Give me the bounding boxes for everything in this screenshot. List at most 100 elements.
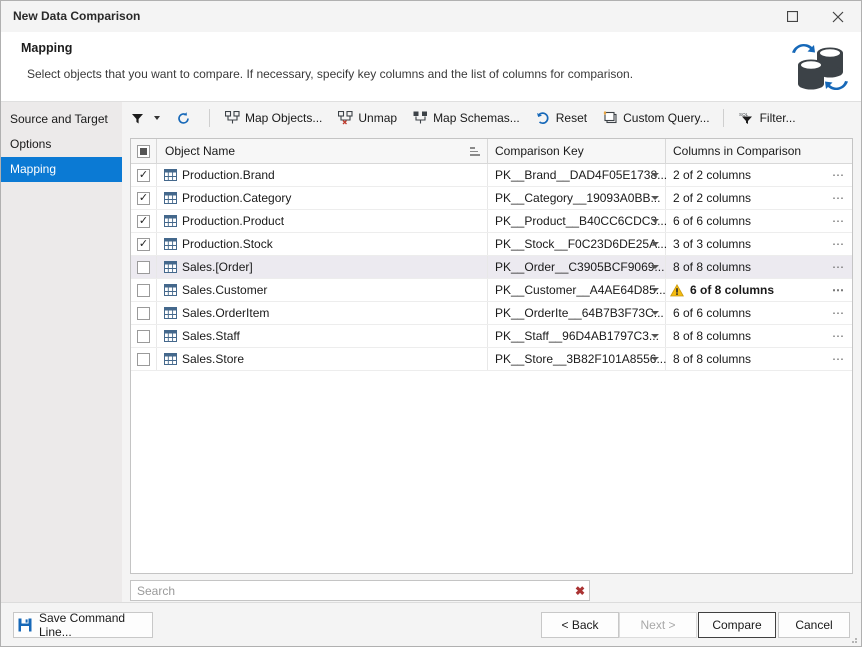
columns-in-comparison-cell[interactable]: 3 of 3 columns ⋯ — [666, 233, 852, 255]
compare-button[interactable]: Compare — [698, 612, 776, 638]
comparison-key-cell[interactable]: PK__Product__B40CC6CDC3... — [488, 210, 667, 232]
object-name-cell[interactable]: Sales.OrderItem — [157, 302, 488, 324]
row-checkbox[interactable] — [137, 329, 150, 343]
columns-in-comparison-cell[interactable]: 6 of 6 columns ⋯ — [666, 302, 852, 324]
column-header-object-name[interactable]: Object Name — [157, 139, 488, 163]
ellipsis-icon[interactable]: ⋯ — [832, 330, 845, 342]
resize-grip[interactable] — [848, 634, 858, 644]
cancel-button[interactable]: Cancel — [778, 612, 850, 638]
table-row[interactable]: ✓ Production.Stock PK__Stock__F0C23D6DE2… — [131, 233, 852, 256]
row-checkbox-cell[interactable] — [131, 256, 157, 278]
table-row[interactable]: ✓ Production.Brand PK__Brand__DAD4F05E17… — [131, 164, 852, 187]
ellipsis-icon[interactable]: ⋯ — [832, 192, 845, 204]
search-input[interactable]: Search — [131, 584, 571, 598]
column-header-columns-in-comparison[interactable]: Columns in Comparison — [666, 139, 852, 163]
row-checkbox[interactable] — [137, 352, 150, 366]
object-name-cell[interactable]: Sales.Store — [157, 348, 488, 370]
sql-filter-button[interactable]: SQL Filter... — [732, 106, 803, 130]
ellipsis-icon[interactable]: ⋯ — [832, 353, 845, 365]
unmap-button[interactable]: Unmap — [331, 106, 404, 130]
table-row[interactable]: ✓ Production.Product PK__Product__B40CC6… — [131, 210, 852, 233]
sidebar-item-mapping[interactable]: Mapping — [1, 157, 122, 182]
comparison-key-cell[interactable]: PK__Order__C3905BCF9069... — [488, 256, 666, 278]
row-checkbox[interactable]: ✓ — [137, 214, 150, 228]
clear-x-icon[interactable]: ✖ — [571, 584, 589, 598]
comparison-key-cell[interactable]: PK__OrderIte__64B7B3F73C... — [488, 302, 666, 324]
row-checkbox-cell[interactable]: ✓ — [131, 187, 157, 209]
chevron-down-icon[interactable] — [651, 196, 659, 200]
row-checkbox[interactable]: ✓ — [137, 168, 150, 182]
chevron-down-icon[interactable] — [651, 288, 659, 292]
select-all-header-cell[interactable] — [131, 139, 157, 163]
row-checkbox[interactable] — [137, 283, 150, 297]
columns-in-comparison-cell[interactable]: 2 of 2 columns ⋯ — [666, 187, 852, 209]
table-row[interactable]: Sales.OrderItem PK__OrderIte__64B7B3F73C… — [131, 302, 852, 325]
ellipsis-icon[interactable]: ⋯ — [832, 215, 845, 227]
object-name-cell[interactable]: Production.Category — [157, 187, 488, 209]
map-schemas-button[interactable]: Map Schemas... — [406, 106, 527, 130]
custom-query-button[interactable]: Custom Query... — [596, 106, 716, 130]
columns-in-comparison-cell[interactable]: 6 of 6 columns ⋯ — [666, 210, 852, 232]
table-row[interactable]: Sales.Store PK__Store__3B82F101A8556... … — [131, 348, 852, 371]
sidebar-item-source-and-target[interactable]: Source and Target — [1, 107, 122, 132]
cancel-label: Cancel — [795, 618, 833, 632]
column-header-comparison-key[interactable]: Comparison Key — [488, 139, 666, 163]
table-row[interactable]: Sales.Staff PK__Staff__96D4AB1797C3... 8… — [131, 325, 852, 348]
chevron-down-icon[interactable] — [651, 334, 659, 338]
row-checkbox-cell[interactable] — [131, 302, 157, 324]
chevron-down-icon[interactable] — [651, 242, 659, 246]
table-row[interactable]: Sales.Customer PK__Customer__A4AE64D85..… — [131, 279, 852, 302]
search-box[interactable]: Search ✖ — [130, 580, 590, 601]
object-name-cell[interactable]: Production.Brand — [157, 164, 488, 186]
ellipsis-icon[interactable]: ⋯ — [832, 284, 845, 296]
row-checkbox-cell[interactable]: ✓ — [131, 164, 157, 186]
object-name-cell[interactable]: Production.Stock — [157, 233, 488, 255]
comparison-key-cell[interactable]: PK__Category__19093A0BB... — [488, 187, 666, 209]
row-checkbox-cell[interactable]: ✓ — [131, 210, 157, 232]
filter-dropdown-button[interactable] — [124, 106, 167, 130]
row-checkbox[interactable] — [137, 260, 150, 274]
row-checkbox-cell[interactable] — [131, 348, 157, 370]
comparison-key-cell[interactable]: PK__Customer__A4AE64D85... — [488, 279, 666, 301]
back-button[interactable]: < Back — [541, 612, 619, 638]
chevron-down-icon[interactable] — [651, 173, 659, 177]
row-checkbox[interactable]: ✓ — [137, 191, 150, 205]
maximize-button[interactable] — [769, 1, 815, 32]
chevron-down-icon[interactable] — [651, 311, 659, 315]
close-button[interactable] — [815, 1, 861, 32]
comparison-key-label: PK__Category__19093A0BB... — [495, 191, 661, 205]
columns-in-comparison-cell[interactable]: 8 of 8 columns ⋯ — [666, 348, 852, 370]
row-checkbox-cell[interactable] — [131, 279, 157, 301]
save-command-line-button[interactable]: Save Command Line... — [13, 611, 153, 639]
ellipsis-icon[interactable]: ⋯ — [832, 238, 845, 250]
object-name-cell[interactable]: Production.Product — [157, 210, 488, 232]
ellipsis-icon[interactable]: ⋯ — [832, 307, 845, 319]
select-all-checkbox[interactable] — [137, 144, 150, 158]
sidebar-item-options[interactable]: Options — [1, 132, 122, 157]
row-checkbox[interactable]: ✓ — [137, 237, 150, 251]
columns-in-comparison-cell[interactable]: 8 of 8 columns ⋯ — [666, 256, 852, 278]
row-checkbox[interactable] — [137, 306, 150, 320]
comparison-key-cell[interactable]: PK__Brand__DAD4F05E1738... — [488, 164, 667, 186]
refresh-button[interactable] — [169, 106, 203, 130]
ellipsis-icon[interactable]: ⋯ — [832, 169, 845, 181]
object-name-cell[interactable]: Sales.Staff — [157, 325, 488, 347]
comparison-key-cell[interactable]: PK__Store__3B82F101A8556... — [488, 348, 666, 370]
object-name-cell[interactable]: Sales.Customer — [157, 279, 488, 301]
columns-in-comparison-cell[interactable]: 8 of 8 columns ⋯ — [666, 325, 852, 347]
map-objects-button[interactable]: Map Objects... — [218, 106, 329, 130]
comparison-key-cell[interactable]: PK__Staff__96D4AB1797C3... — [488, 325, 666, 347]
chevron-down-icon[interactable] — [651, 357, 659, 361]
ellipsis-icon[interactable]: ⋯ — [832, 261, 845, 273]
table-row[interactable]: ✓ Production.Category PK__Category__1909… — [131, 187, 852, 210]
chevron-down-icon[interactable] — [651, 219, 659, 223]
table-row[interactable]: Sales.[Order] PK__Order__C3905BCF9069...… — [131, 256, 852, 279]
comparison-key-cell[interactable]: PK__Stock__F0C23D6DE25A... — [488, 233, 667, 255]
columns-in-comparison-cell[interactable]: 6 of 8 columns ⋯ — [666, 279, 852, 301]
row-checkbox-cell[interactable]: ✓ — [131, 233, 157, 255]
row-checkbox-cell[interactable] — [131, 325, 157, 347]
chevron-down-icon[interactable] — [651, 265, 659, 269]
reset-button[interactable]: Reset — [529, 106, 594, 130]
columns-in-comparison-cell[interactable]: 2 of 2 columns ⋯ — [666, 164, 852, 186]
object-name-cell[interactable]: Sales.[Order] — [157, 256, 488, 278]
